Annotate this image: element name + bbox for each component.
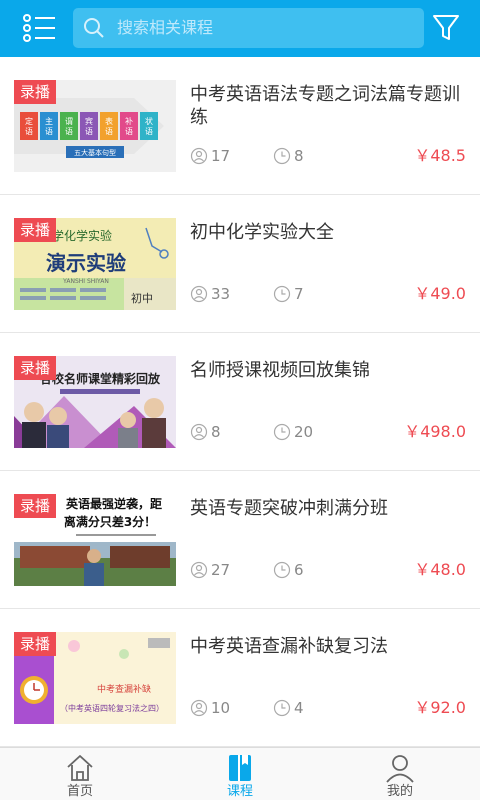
recorded-badge: 录播 <box>14 80 57 104</box>
person-icon <box>190 699 208 717</box>
svg-text:宾: 宾 <box>85 116 93 126</box>
bottom-tab-bar: 首页 课程 我的 <box>0 747 480 800</box>
recorded-badge: 录播 <box>14 356 57 380</box>
person-icon <box>190 147 208 165</box>
search-icon <box>83 17 105 39</box>
course-price: ￥49.0 <box>414 284 466 303</box>
course-item[interactable]: 各校名师课堂精彩回放 录播 名师授课视频回放集锦 8 20 ￥498.0 <box>0 333 480 471</box>
book-icon <box>224 753 256 783</box>
tab-courses[interactable]: 课程 <box>160 748 320 800</box>
tab-mine[interactable]: 我的 <box>320 748 480 800</box>
student-count: 8 <box>190 422 221 442</box>
lesson-count: 7 <box>273 284 304 304</box>
svg-text:定: 定 <box>25 116 33 126</box>
svg-text:（中考英语四轮复习法之四）: （中考英语四轮复习法之四） <box>60 703 164 713</box>
course-item[interactable]: 定 语 主 语 谓 语 宾 语 表 语 补 语 状 语 五大基本句型 录播 中考… <box>0 57 480 195</box>
svg-text:各校名师课堂精彩回放: 各校名师课堂精彩回放 <box>39 371 161 386</box>
top-bar: 搜索相关课程 <box>0 0 480 57</box>
clock-icon <box>273 147 291 165</box>
svg-text:语: 语 <box>85 126 93 136</box>
clock-icon <box>273 561 291 579</box>
clock-icon <box>273 285 291 303</box>
course-item[interactable]: 英语最强逆袭，距 离满分只差3分！ 录播 英语专题突破冲刺满分班 27 6 ￥4… <box>0 471 480 609</box>
funnel-filter-icon[interactable] <box>432 13 460 43</box>
course-thumbnail: 英语最强逆袭，距 离满分只差3分！ 录播 <box>14 494 176 586</box>
lesson-count: 4 <box>273 698 304 718</box>
course-item[interactable]: 中考查漏补缺 （中考英语四轮复习法之四） 录播 中考英语查漏补缺复习法 10 4… <box>0 609 480 747</box>
recorded-badge: 录播 <box>14 632 57 656</box>
svg-text:初中: 初中 <box>131 291 153 305</box>
svg-text:YANSHI SHIYAN: YANSHI SHIYAN <box>62 278 109 285</box>
svg-text:英语最强逆袭，距: 英语最强逆袭，距 <box>66 496 162 511</box>
search-input[interactable]: 搜索相关课程 <box>73 8 424 48</box>
clock-icon <box>273 423 291 441</box>
tab-label: 课程 <box>226 784 253 799</box>
svg-text:语: 语 <box>125 126 133 136</box>
svg-text:补: 补 <box>125 116 133 126</box>
svg-text:语: 语 <box>105 126 113 136</box>
svg-text:中考查漏补缺: 中考查漏补缺 <box>97 683 151 695</box>
list-menu-icon[interactable] <box>18 10 62 46</box>
svg-text:状: 状 <box>145 116 153 126</box>
student-count: 17 <box>190 146 230 166</box>
tab-label: 首页 <box>66 784 93 799</box>
svg-text:主: 主 <box>45 116 53 126</box>
course-thumbnail: 定 语 主 语 谓 语 宾 语 表 语 补 语 状 语 五大基本句型 录播 <box>14 80 176 172</box>
course-title: 中考英语查漏补缺复习法 <box>190 636 388 657</box>
home-icon <box>64 753 96 783</box>
course-list: 定 语 主 语 谓 语 宾 语 表 语 补 语 状 语 五大基本句型 录播 中考… <box>0 57 480 747</box>
lesson-count: 6 <box>273 560 304 580</box>
course-title: 英语专题突破冲刺满分班 <box>190 498 388 519</box>
course-price: ￥48.0 <box>414 560 466 579</box>
app-screen: 搜索相关课程 定 语 主 语 谓 语 宾 语 表 语 补 语 状 语 五大基本句… <box>0 0 480 800</box>
course-price: ￥498.0 <box>404 422 466 441</box>
course-price: ￥48.5 <box>414 146 466 165</box>
svg-text:五大基本句型: 五大基本句型 <box>74 148 116 157</box>
course-thumbnail: 各校名师课堂精彩回放 录播 <box>14 356 176 448</box>
tab-home[interactable]: 首页 <box>0 748 160 800</box>
course-thumbnail: 中考查漏补缺 （中考英语四轮复习法之四） 录播 <box>14 632 176 724</box>
lesson-count: 8 <box>273 146 304 166</box>
person-icon <box>190 285 208 303</box>
svg-text:谓: 谓 <box>65 116 73 126</box>
course-thumbnail: 中学化学实验 演示实验 YANSHI SHIYAN 初中 录播 <box>14 218 176 310</box>
course-price: ￥92.0 <box>414 698 466 717</box>
svg-text:演示实验: 演示实验 <box>46 251 126 275</box>
clock-icon <box>273 699 291 717</box>
course-title: 名师授课视频回放集锦 <box>190 360 370 381</box>
svg-text:离满分只差3分！: 离满分只差3分！ <box>64 514 156 529</box>
student-count: 10 <box>190 698 230 718</box>
svg-text:表: 表 <box>105 116 113 126</box>
student-count: 33 <box>190 284 230 304</box>
search-placeholder: 搜索相关课程 <box>117 18 214 37</box>
lesson-count: 20 <box>273 422 313 442</box>
user-icon <box>384 753 416 783</box>
course-title: 中考英语语法专题之词法篇专题训练 <box>190 84 460 128</box>
course-item[interactable]: 中学化学实验 演示实验 YANSHI SHIYAN 初中 录播 初中化学实验大全… <box>0 195 480 333</box>
svg-text:语: 语 <box>65 126 73 136</box>
recorded-badge: 录播 <box>14 218 57 242</box>
recorded-badge: 录播 <box>14 494 57 518</box>
svg-text:语: 语 <box>45 126 53 136</box>
student-count: 27 <box>190 560 230 580</box>
svg-text:语: 语 <box>145 126 153 136</box>
course-title: 初中化学实验大全 <box>190 222 334 243</box>
svg-text:语: 语 <box>25 126 33 136</box>
tab-label: 我的 <box>386 784 413 799</box>
person-icon <box>190 423 208 441</box>
person-icon <box>190 561 208 579</box>
